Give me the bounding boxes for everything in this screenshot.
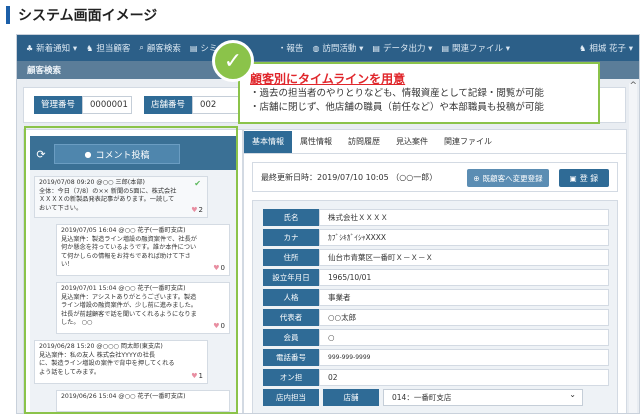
heading-accent-bar bbox=[6, 6, 10, 24]
swap-icon: ⊕ bbox=[473, 173, 480, 183]
visit-icon: ◍ bbox=[312, 43, 320, 53]
chevron-up-icon[interactable]: ^ bbox=[629, 81, 637, 91]
nav-item-related-files[interactable]: ▤ 関連ファイル ▾ bbox=[441, 42, 510, 55]
bell-icon: ♣ bbox=[26, 43, 34, 53]
tab-related-files[interactable]: 関連ファイル bbox=[436, 131, 500, 153]
comment-icon: ● bbox=[84, 149, 92, 159]
timeline-feed[interactable]: ✔ 2019/07/08 09:20 @○○ 三郎(本部) 全体：今日（7/8）… bbox=[30, 170, 236, 412]
export-icon: ▤ bbox=[372, 43, 380, 53]
mgmt-number-field[interactable]: 0000001 bbox=[82, 96, 133, 114]
nav-item-data-export[interactable]: ▤ データ出力 ▾ bbox=[372, 42, 432, 55]
refresh-icon[interactable]: ⟳ bbox=[34, 148, 48, 162]
info-row-branch: 店内担当 店舗 014：一番町支店 ⌄ bbox=[263, 389, 609, 406]
comment-post-button[interactable]: ● コメント投稿 bbox=[54, 144, 180, 164]
chevron-down-icon: ⌄ bbox=[569, 390, 576, 399]
user-icon: ♞ bbox=[579, 43, 587, 53]
nav-item-visits[interactable]: ◍ 訪問活動 ▾ bbox=[312, 42, 363, 55]
chart-icon: ▤ bbox=[189, 43, 198, 53]
page-title: システム画面イメージ bbox=[18, 8, 158, 24]
tab-prospects[interactable]: 見込案件 bbox=[388, 131, 436, 153]
callout-title: 顧客別にタイムラインを用意 bbox=[250, 72, 406, 86]
detail-tabs: 基本情報 属性情報 訪問履歴 見込案件 関連ファイル bbox=[244, 130, 626, 154]
last-updated-row: 最終更新日時：2019/07/10 10:05 （○○一郎） ⊕ 既顧客へ変更登録… bbox=[252, 162, 618, 192]
tab-basic-info[interactable]: 基本情報 bbox=[244, 131, 292, 153]
nav-item-customer-search[interactable]: ⌕ 顧客検索 bbox=[139, 42, 181, 54]
info-row-name: 氏名 株式会社ＸＸＸＸ bbox=[263, 209, 609, 226]
branch-select[interactable]: 014：一番町支店 ⌄ bbox=[383, 389, 583, 406]
file-icon: ▤ bbox=[441, 43, 450, 53]
feature-callout: 顧客別にタイムラインを用意 ・過去の担当者のやりとりなども、情報資産として記録・… bbox=[238, 62, 600, 124]
users-icon: ♞ bbox=[86, 43, 94, 53]
save-icon: ▣ bbox=[569, 173, 577, 183]
check-badge-icon: ✓ bbox=[212, 40, 254, 82]
like-counter[interactable]: ♥ 0 bbox=[213, 322, 225, 331]
heart-icon: ♥ bbox=[191, 206, 198, 215]
heart-icon: ♥ bbox=[191, 372, 198, 381]
callout-line: ・店舗に閉じず、他店舗の職員（前任など）や本部職員も投稿が可能 bbox=[250, 102, 544, 113]
like-counter[interactable]: ♥ 1 bbox=[191, 372, 203, 381]
save-button[interactable]: ▣ 登 録 bbox=[559, 169, 609, 187]
like-counter[interactable]: ♥ 2 bbox=[191, 206, 203, 215]
timeline-post[interactable]: 2019/06/26 15:04 @○○ 花子(一番町支店) bbox=[56, 390, 230, 412]
heart-icon: ♥ bbox=[213, 264, 220, 273]
timeline-post[interactable]: ✔ 2019/07/08 09:20 @○○ 三郎(本部) 全体：今日（7/8）… bbox=[34, 176, 208, 218]
store-number-label: 店舗番号 bbox=[144, 96, 193, 114]
tab-attributes[interactable]: 属性情報 bbox=[292, 131, 340, 153]
info-row-representative: 代表者 ○○太郎 bbox=[263, 309, 609, 326]
like-counter[interactable]: ♥ 0 bbox=[213, 264, 225, 273]
check-icon: ✔ bbox=[194, 179, 201, 188]
store-number-field[interactable]: 002 bbox=[192, 96, 243, 114]
basic-info-table: 氏名 株式会社ＸＸＸＸ カナ ｶﾌﾞｼｷｶﾞｲｼｬXXXX 住所 仙台市青葉区一番町Ｘ… bbox=[252, 200, 618, 413]
timeline-panel: ⟳ ● コメント投稿 ✔ 2019/07/08 09:20 @○○ 三郎(本部)… bbox=[23, 129, 243, 413]
nav-item-assigned-customers[interactable]: ♞ 担当顧客 bbox=[86, 42, 130, 55]
info-row-online-staff: オン担 02 bbox=[263, 369, 609, 386]
timeline-post[interactable]: 2019/06/28 15:20 @○○○ 岡太郎(東支店) 見込案件：私の友人… bbox=[34, 340, 208, 384]
info-row-founded: 設立年月日 1965/10/01 bbox=[263, 269, 609, 286]
info-row-kana: カナ ｶﾌﾞｼｷｶﾞｲｼｬXXXX bbox=[263, 229, 609, 246]
callout-line: ・過去の担当者のやりとりなども、情報資産として記録・閲覧が可能 bbox=[250, 88, 544, 99]
page: システム画面イメージ ♣ 新着通知 ▾ ♞ 担当顧客 ⌕ 顧客検索 ▤ シミュ ・報告 … bbox=[0, 0, 644, 417]
top-navbar: ♣ 新着通知 ▾ ♞ 担当顧客 ⌕ 顧客検索 ▤ シミュ ・報告 ◍ 訪問活動 ▾ ▤ デー… bbox=[17, 35, 639, 61]
scrollbar[interactable] bbox=[629, 83, 637, 413]
search-icon: ⌕ bbox=[139, 43, 144, 52]
nav-item-notifications[interactable]: ♣ 新着通知 ▾ bbox=[26, 42, 77, 55]
user-menu[interactable]: ♞ 相城 花子 ▾ bbox=[579, 35, 633, 61]
section-heading: システム画面イメージ bbox=[6, 4, 157, 26]
timeline-post[interactable]: 2019/07/05 16:04 @○○ 花子(一番町支店) 見込案件：製造ライ… bbox=[56, 224, 230, 276]
customer-detail-panel: 基本情報 属性情報 訪問履歴 見込案件 関連ファイル 最終更新日時：2019/0… bbox=[243, 129, 627, 413]
timeline-container: ⟳ ● コメント投稿 ✔ 2019/07/08 09:20 @○○ 三郎(本部)… bbox=[30, 136, 236, 412]
nav-item-report[interactable]: ・報告 bbox=[278, 42, 304, 54]
info-row-entity-type: 人格 事業者 bbox=[263, 289, 609, 306]
last-updated-text: 最終更新日時：2019/07/10 10:05 （○○一郎） bbox=[261, 172, 438, 182]
tab-visit-history[interactable]: 訪問履歴 bbox=[340, 131, 388, 153]
info-row-phone: 電話番号 999-999-9999 bbox=[263, 349, 609, 366]
info-row-member: 会員 ○ bbox=[263, 329, 609, 346]
change-to-existing-button[interactable]: ⊕ 既顧客へ変更登録 bbox=[467, 169, 549, 187]
info-row-address: 住所 仙台市青葉区一番町Ｘ－Ｘ－Ｘ bbox=[263, 249, 609, 266]
timeline-post[interactable]: 2019/07/01 15:04 @○○ 花子(一番町支店) 見込案件：アシスト… bbox=[56, 282, 230, 334]
mgmt-number-label: 管理番号 bbox=[34, 96, 83, 114]
heart-icon: ♥ bbox=[213, 322, 220, 331]
